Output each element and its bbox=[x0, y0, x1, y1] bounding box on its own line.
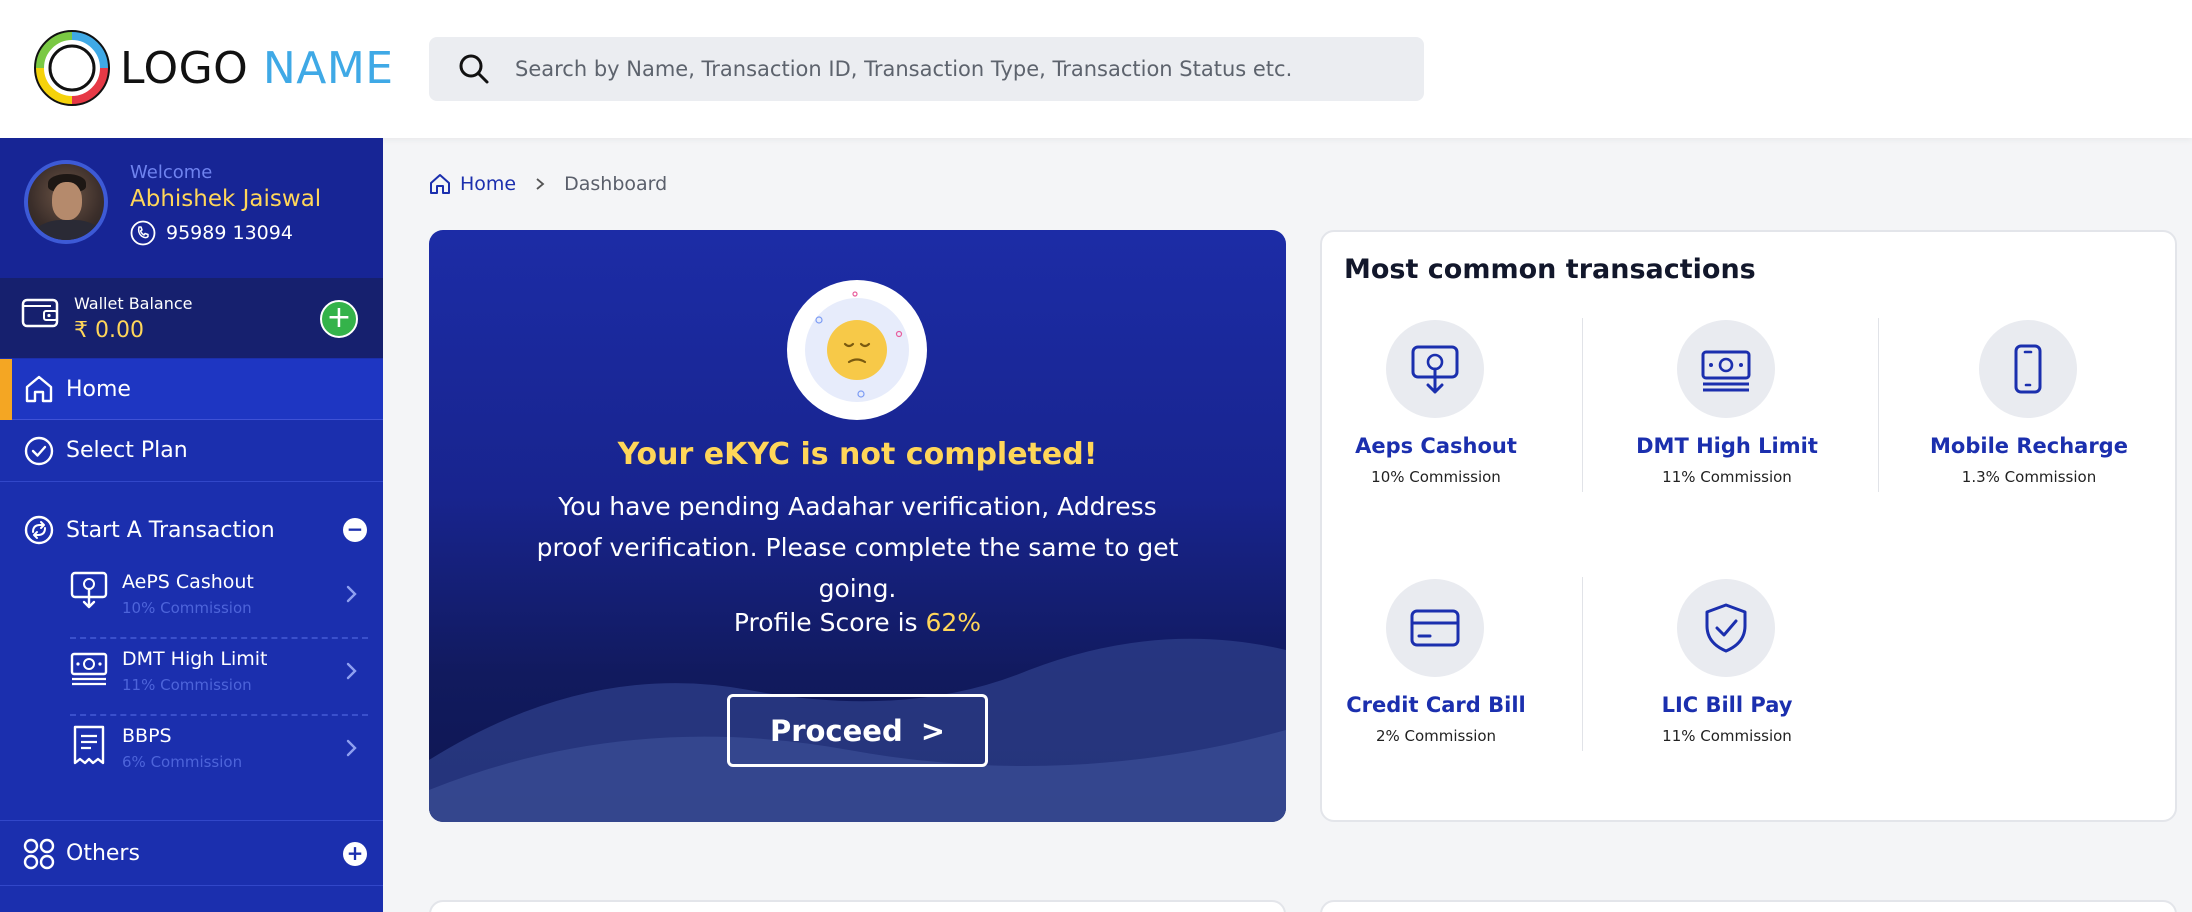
sidebar-item-label: Home bbox=[66, 376, 131, 402]
search-icon[interactable] bbox=[457, 52, 491, 86]
cashout-icon bbox=[1411, 345, 1459, 394]
sub-item-commission: 11% Commission bbox=[122, 676, 252, 694]
tile-commission: 11% Commission bbox=[1662, 727, 1792, 745]
proceed-label: Proceed bbox=[769, 713, 903, 748]
sub-item-title: AePS Cashout bbox=[122, 571, 254, 593]
chevron-right-icon bbox=[346, 739, 357, 757]
tile-commission: 2% Commission bbox=[1375, 727, 1497, 745]
banknote-icon bbox=[70, 652, 108, 686]
tile-name: Credit Card Bill bbox=[1346, 693, 1526, 717]
sub-item-dmt-high-limit[interactable]: DMT High Limit 11% Commission bbox=[70, 640, 368, 716]
breadcrumb-current: Dashboard bbox=[564, 173, 668, 195]
breadcrumb-home-link[interactable]: Home bbox=[460, 173, 516, 195]
chevron-right-icon bbox=[346, 585, 357, 603]
welcome-label: Welcome bbox=[130, 162, 213, 183]
chevron-right-icon bbox=[536, 178, 545, 190]
sub-item-commission: 10% Commission bbox=[122, 599, 252, 617]
home-icon bbox=[25, 375, 53, 403]
profile-panel: Welcome Abhishek Jaiswal 95989 13094 bbox=[0, 138, 383, 278]
cashout-icon bbox=[70, 571, 108, 609]
shield-check-icon bbox=[1705, 603, 1747, 653]
logo-word-1: LOGO bbox=[120, 42, 249, 94]
sidebar-item-start-transaction[interactable]: Start A Transaction − bbox=[0, 502, 383, 558]
tile-icon-circle bbox=[1677, 320, 1775, 418]
wallet-icon bbox=[21, 298, 59, 328]
avatar[interactable] bbox=[24, 160, 108, 244]
divider bbox=[1878, 318, 1879, 492]
profile-score-label: Profile Score is bbox=[733, 608, 918, 637]
phone-text: 95989 13094 bbox=[166, 222, 293, 244]
chevron-right-icon bbox=[346, 662, 357, 680]
logo-text: LOGO NAME bbox=[120, 43, 394, 94]
sad-face-icon bbox=[787, 280, 927, 420]
common-transactions-title: Most common transactions bbox=[1344, 254, 1756, 285]
wallet-panel: Wallet Balance ₹ 0.00 + bbox=[0, 278, 383, 358]
active-indicator bbox=[0, 359, 12, 420]
tile-icon-circle bbox=[1979, 320, 2077, 418]
wallet-balance-amount: ₹ 0.00 bbox=[74, 318, 144, 343]
top-header: LOGO NAME bbox=[0, 0, 2192, 138]
expand-toggle[interactable]: + bbox=[343, 842, 367, 866]
profile-score: Profile Score is 62% bbox=[429, 608, 1286, 637]
sidebar: Welcome Abhishek Jaiswal 95989 13094 Wal… bbox=[0, 138, 383, 912]
sidebar-item-others[interactable]: Others + bbox=[0, 820, 383, 886]
sidebar-item-select-plan[interactable]: Select Plan bbox=[0, 420, 383, 482]
search-bar[interactable] bbox=[429, 37, 1424, 101]
tile-commission: 1.3% Commission bbox=[1961, 468, 2097, 486]
tile-icon-circle bbox=[1677, 579, 1775, 677]
tile-name: Mobile Recharge bbox=[1930, 434, 2128, 458]
search-input[interactable] bbox=[515, 57, 1395, 81]
receipt-icon bbox=[73, 725, 105, 765]
tile-icon-circle bbox=[1386, 579, 1484, 677]
grid-icon bbox=[23, 838, 55, 870]
ekyc-description: You have pending Aadahar verification, A… bbox=[536, 492, 1179, 603]
collapse-toggle[interactable]: − bbox=[343, 518, 367, 542]
bottom-card-left bbox=[429, 900, 1286, 912]
sidebar-item-label: Select Plan bbox=[66, 438, 188, 463]
divider bbox=[1582, 577, 1583, 751]
credit-card-icon bbox=[1410, 609, 1460, 647]
brand-logo[interactable]: LOGO NAME bbox=[30, 26, 394, 110]
logo-ring-icon bbox=[34, 30, 110, 106]
check-circle-icon bbox=[24, 436, 54, 466]
mobile-icon bbox=[2014, 344, 2042, 394]
sub-item-aeps-cashout[interactable]: AePS Cashout 10% Commission bbox=[70, 563, 368, 639]
tile-name: LIC Bill Pay bbox=[1661, 693, 1793, 717]
user-name: Abhishek Jaiswal bbox=[130, 186, 322, 212]
wallet-balance-label: Wallet Balance bbox=[74, 294, 193, 313]
exchange-icon bbox=[24, 515, 54, 545]
sub-item-title: BBPS bbox=[122, 725, 172, 747]
ekyc-alert-card: Your eKYC is not completed! You have pen… bbox=[429, 230, 1286, 822]
home-icon[interactable] bbox=[428, 172, 452, 196]
sub-item-commission: 6% Commission bbox=[122, 753, 243, 771]
sub-item-bbps[interactable]: BBPS 6% Commission bbox=[70, 717, 368, 793]
sidebar-item-home[interactable]: Home bbox=[0, 359, 383, 420]
proceed-button[interactable]: Proceed > bbox=[727, 694, 988, 767]
profile-score-value: 62% bbox=[925, 608, 982, 637]
transaction-tile-credit-card-bill[interactable]: Credit Card Bill 2% Commission bbox=[1306, 579, 1566, 759]
breadcrumb: Home Dashboard bbox=[428, 172, 667, 196]
divider bbox=[1582, 318, 1583, 492]
phone-number: 95989 13094 bbox=[130, 220, 293, 246]
tile-name: Aeps Cashout bbox=[1355, 434, 1517, 458]
sidebar-item-label: Others bbox=[66, 840, 140, 866]
bottom-card-right bbox=[1320, 900, 2177, 912]
proceed-arrow: > bbox=[920, 713, 946, 748]
logo-word-2: NAME bbox=[262, 42, 394, 94]
phone-icon bbox=[130, 220, 156, 246]
tile-commission: 11% Commission bbox=[1662, 468, 1792, 486]
transaction-tile-lic-bill-pay[interactable]: LIC Bill Pay 11% Commission bbox=[1597, 579, 1857, 759]
banknote-icon bbox=[1701, 350, 1751, 392]
transaction-tile-aeps-cashout[interactable]: Aeps Cashout 10% Commission bbox=[1306, 320, 1566, 500]
transaction-tile-dmt-high-limit[interactable]: DMT High Limit 11% Commission bbox=[1597, 320, 1857, 500]
ekyc-title: Your eKYC is not completed! bbox=[617, 437, 1098, 472]
sidebar-item-label: Start A Transaction bbox=[66, 517, 275, 543]
common-transactions-card: Most common transactions Aeps Cashout 10… bbox=[1320, 230, 2177, 822]
sub-item-title: DMT High Limit bbox=[122, 648, 268, 670]
tile-commission: 10% Commission bbox=[1371, 468, 1501, 486]
add-money-button[interactable]: + bbox=[320, 300, 358, 338]
transaction-tile-mobile-recharge[interactable]: Mobile Recharge 1.3% Commission bbox=[1899, 320, 2159, 500]
tile-name: DMT High Limit bbox=[1636, 434, 1818, 458]
tile-icon-circle bbox=[1386, 320, 1484, 418]
